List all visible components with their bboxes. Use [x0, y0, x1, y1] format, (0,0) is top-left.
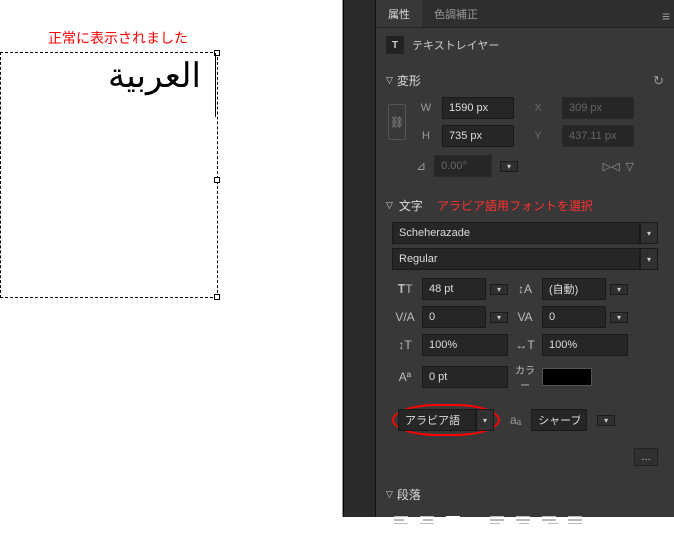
paragraph-header[interactable]: ▽ 段落: [386, 482, 664, 507]
angle-icon: ⊿: [416, 159, 426, 173]
align-left-icon[interactable]: [394, 513, 410, 527]
antialias-select[interactable]: [531, 409, 587, 431]
y-input: [562, 125, 634, 147]
layer-name: テキストレイヤー: [412, 37, 499, 53]
kerning-dropdown[interactable]: ▾: [490, 312, 508, 323]
flip-vertical-icon[interactable]: ▽: [626, 160, 634, 173]
layer-type-row: T テキストレイヤー: [376, 28, 674, 62]
height-label: H: [418, 130, 434, 142]
chevron-down-icon: ▽: [386, 200, 393, 211]
text-color-swatch[interactable]: [542, 368, 592, 386]
language-select[interactable]: [398, 409, 476, 431]
x-label: X: [522, 102, 554, 114]
reset-icon[interactable]: ↻: [653, 73, 664, 89]
font-size-icon: 𝐓T: [392, 282, 418, 297]
chevron-down-icon: ▽: [386, 489, 393, 500]
tab-color-correction[interactable]: 色調補正: [422, 0, 490, 27]
canvas-area: 正常に表示されました العربية: [0, 0, 343, 517]
font-family-select[interactable]: [392, 222, 640, 244]
paragraph-section: ▽ 段落: [376, 476, 674, 539]
justify-all-icon[interactable]: [568, 513, 584, 527]
y-label: Y: [522, 130, 554, 142]
align-center-icon[interactable]: [420, 513, 436, 527]
height-input[interactable]: [442, 125, 514, 147]
font-size-dropdown[interactable]: ▾: [490, 284, 508, 295]
panel-gutter: [343, 0, 376, 517]
justify-left-icon[interactable]: [490, 513, 506, 527]
x-input: [562, 97, 634, 119]
language-dropdown[interactable]: ▾: [476, 409, 494, 431]
font-style-dropdown[interactable]: ▾: [640, 248, 658, 270]
tracking-dropdown[interactable]: ▾: [610, 312, 628, 323]
hscale-input[interactable]: [542, 334, 628, 356]
font-size-input[interactable]: [422, 278, 486, 300]
tracking-icon: VA: [512, 310, 538, 324]
width-label: W: [418, 102, 434, 114]
font-family-dropdown[interactable]: ▾: [640, 222, 658, 244]
properties-panel: ≡ 属性 色調補正 T テキストレイヤー ▽ 変形 ↻ ⛓ W X H Y ⊿ …: [376, 0, 674, 517]
hscale-icon: ↔T: [512, 338, 538, 352]
angle-input: [434, 155, 492, 177]
paragraph-title: 段落: [397, 486, 421, 503]
panel-tabs: 属性 色調補正: [376, 0, 674, 28]
transform-title: 変形: [397, 72, 421, 89]
flip-horizontal-icon[interactable]: ▷◁: [603, 160, 620, 173]
baseline-input[interactable]: [422, 366, 508, 388]
leading-input[interactable]: [542, 278, 606, 300]
leading-icon: ↕A: [512, 282, 538, 296]
annotation-select-arabic-font: アラビア語用フォントを選択: [437, 197, 593, 214]
vscale-icon: ↕T: [392, 338, 418, 352]
baseline-icon: Aª: [392, 370, 418, 384]
leading-dropdown[interactable]: ▾: [610, 284, 628, 295]
arabic-sample-text[interactable]: العربية: [108, 56, 201, 96]
font-style-select[interactable]: [392, 248, 640, 270]
link-wh-icon[interactable]: ⛓: [388, 104, 406, 140]
angle-dropdown[interactable]: ▾: [500, 161, 518, 172]
vscale-input[interactable]: [422, 334, 508, 356]
text-layer-icon: T: [386, 36, 404, 54]
antialias-icon: aₐ: [510, 413, 521, 427]
color-label: カラー: [512, 362, 538, 392]
tab-properties[interactable]: 属性: [376, 0, 422, 27]
tracking-input[interactable]: [542, 306, 606, 328]
language-highlight-annotation: ▾: [392, 404, 500, 436]
handle-mid-right[interactable]: [214, 177, 220, 183]
more-options-button[interactable]: …: [634, 448, 658, 466]
transform-section: ▽ 変形 ↻ ⛓ W X H Y ⊿ ▾ ▷◁ ▽: [376, 62, 674, 187]
kerning-icon: V/A: [392, 310, 418, 324]
handle-bottom-right[interactable]: [214, 294, 220, 300]
chevron-down-icon: ▽: [386, 75, 393, 86]
align-right-icon[interactable]: [446, 513, 462, 527]
justify-right-icon[interactable]: [542, 513, 558, 527]
width-input[interactable]: [442, 97, 514, 119]
justify-center-icon[interactable]: [516, 513, 532, 527]
antialias-dropdown[interactable]: ▾: [597, 415, 615, 426]
transform-header[interactable]: ▽ 変形 ↻: [386, 68, 664, 93]
panel-menu-icon[interactable]: ≡: [662, 8, 670, 24]
character-title: 文字: [399, 197, 423, 214]
kerning-input[interactable]: [422, 306, 486, 328]
character-header[interactable]: ▽ 文字 アラビア語用フォントを選択: [386, 193, 664, 218]
annotation-displayed-correctly: 正常に表示されました: [48, 28, 188, 48]
character-section: ▽ 文字 アラビア語用フォントを選択 ▾ ▾ 𝐓T ▾ ↕A ▾ V/A ▾ V…: [376, 187, 674, 476]
